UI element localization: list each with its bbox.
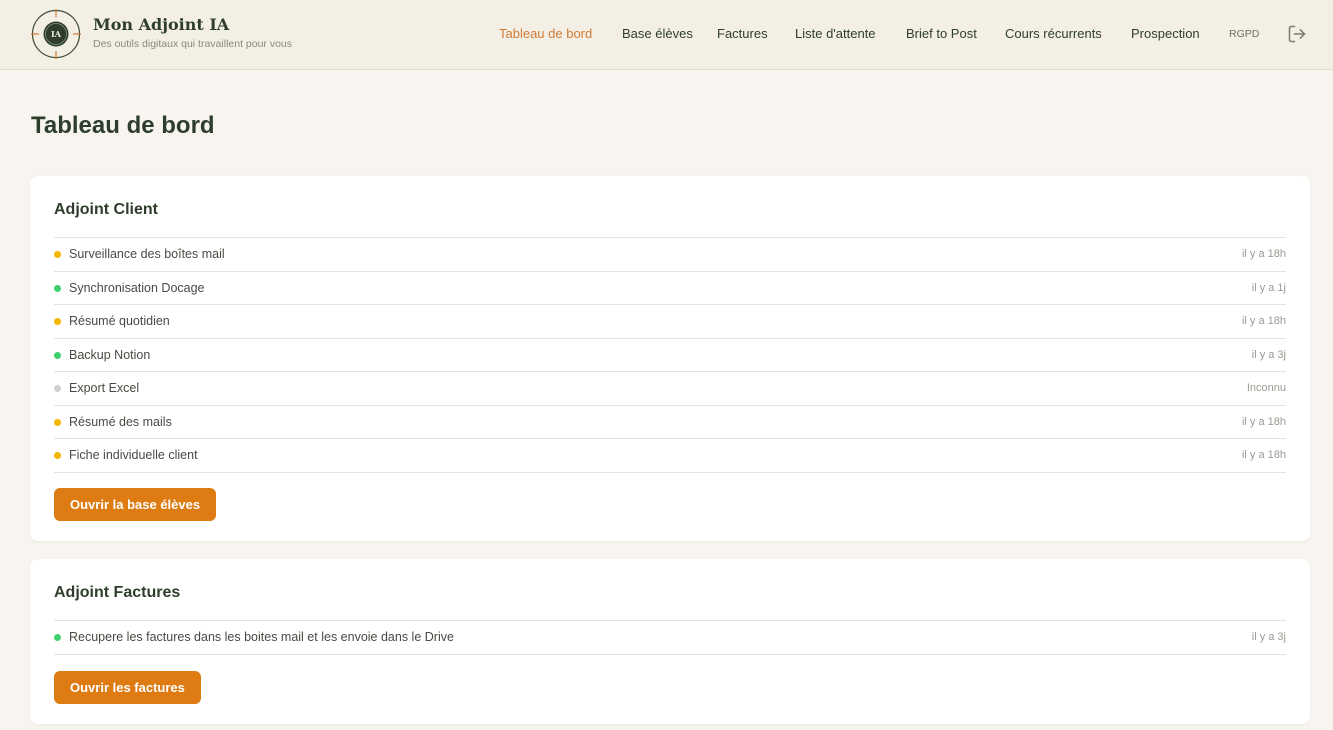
task-time: il y a 18h xyxy=(1241,315,1286,327)
card-title: Adjoint Client xyxy=(54,201,158,218)
nav-factures[interactable]: Factures xyxy=(717,26,768,41)
task-time: il y a 18h xyxy=(1241,415,1286,428)
task-row: Surveillance des boîtes mail il y a 18h xyxy=(54,238,1286,272)
nav-liste-attente[interactable]: Liste d'attente xyxy=(795,26,876,41)
nav-base-eleves[interactable]: Base élèves xyxy=(622,26,693,41)
task-time: il y a 1j xyxy=(1251,281,1286,294)
logo[interactable]: IA xyxy=(31,9,81,59)
task-list: Surveillance des boîtes mail il y a 18h … xyxy=(54,237,1286,473)
open-students-button[interactable]: Ouvrir la base élèves xyxy=(54,488,217,521)
task-label: Résumé quotidien xyxy=(69,314,170,328)
task-row: Résumé des mails il y a 18h xyxy=(54,406,1286,439)
task-label: Synchronisation Docage xyxy=(69,280,205,295)
task-list: Recupere les factures dans les boites ma… xyxy=(54,620,1286,655)
status-dot xyxy=(54,418,61,426)
task-time: il y a 18h xyxy=(1241,248,1286,260)
page-title: Tableau de bord xyxy=(31,112,215,139)
task-time: il y a 3j xyxy=(1251,631,1286,643)
task-time: il y a 3j xyxy=(1251,348,1286,361)
status-dot xyxy=(54,318,61,325)
task-label: Backup Notion xyxy=(69,347,151,362)
task-row: Backup Notion il y a 3j xyxy=(54,339,1286,372)
nav-brief-to-post[interactable]: Brief to Post xyxy=(906,26,977,41)
task-label: Recupere les factures dans les boites ma… xyxy=(69,630,454,644)
brand-title: Mon Adjoint IA xyxy=(93,15,230,34)
top-navbar: IA Mon Adjoint IA Des outils digitaux qu… xyxy=(0,0,1333,70)
logo-text: IA xyxy=(51,29,62,39)
task-label: Fiche individuelle client xyxy=(69,448,198,462)
task-row: Résumé quotidien il y a 18h xyxy=(54,305,1286,339)
task-time: il y a 18h xyxy=(1241,449,1286,461)
task-label: Résumé des mails xyxy=(69,414,172,429)
status-dot xyxy=(54,284,61,292)
status-dot xyxy=(54,634,61,641)
status-dot xyxy=(54,452,61,459)
nav-cours-recurrents[interactable]: Cours récurrents xyxy=(1005,26,1102,41)
task-row: Synchronisation Docage il y a 1j xyxy=(54,272,1286,305)
task-row: Fiche individuelle client il y a 18h xyxy=(54,439,1286,473)
card-adjoint-factures: Adjoint Factures Recupere les factures d… xyxy=(30,559,1310,724)
nav-rgpd[interactable]: RGPD xyxy=(1229,28,1259,40)
task-label: Export Excel xyxy=(69,381,140,395)
card-title: Adjoint Factures xyxy=(54,584,181,601)
brand-tagline: Des outils digitaux qui travaillent pour… xyxy=(93,38,293,50)
status-dot xyxy=(54,251,61,258)
task-label: Surveillance des boîtes mail xyxy=(69,247,225,261)
card-adjoint-client: Adjoint Client Surveillance des boîtes m… xyxy=(30,176,1310,541)
nav-tableau-de-bord[interactable]: Tableau de bord xyxy=(499,26,592,41)
status-dot xyxy=(54,385,61,392)
logout-icon[interactable] xyxy=(1287,24,1307,44)
nav-prospection[interactable]: Prospection xyxy=(1131,26,1200,41)
task-row: Export Excel Inconnu xyxy=(54,372,1286,406)
task-row: Recupere les factures dans les boites ma… xyxy=(54,621,1286,655)
task-time: Inconnu xyxy=(1246,382,1286,394)
status-dot xyxy=(54,351,61,359)
open-invoices-button[interactable]: Ouvrir les factures xyxy=(54,671,201,704)
